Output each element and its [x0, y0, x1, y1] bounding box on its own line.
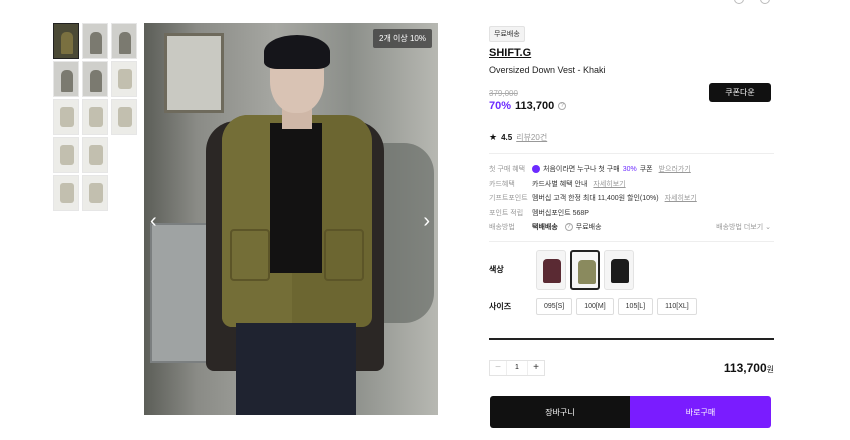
wishlist-icon[interactable] — [734, 0, 744, 4]
divider — [489, 153, 774, 154]
thumbnail-10[interactable] — [53, 137, 79, 173]
quantity-row: − 1 + 113,700원 — [489, 359, 774, 376]
thumbnail-3[interactable] — [111, 23, 137, 59]
discount-rate: 70% — [489, 100, 512, 112]
brand-link[interactable]: SHIFT.G — [489, 47, 774, 59]
coupon-download-button[interactable]: 쿠폰다운 — [709, 83, 771, 102]
thumbnail-14[interactable] — [82, 175, 108, 211]
size-options: 사이즈 095[S] 100[M] 105[L] 110[XL] — [489, 297, 774, 315]
size-option-l[interactable]: 105[L] — [617, 297, 654, 315]
benefits-list: 첫 구매 혜택 처음이라면 누구나 첫 구매 30% 쿠폰 받으러가기 카드혜택… — [489, 162, 774, 235]
color-label: 색상 — [489, 265, 504, 274]
size-label: 사이즈 — [489, 301, 512, 311]
product-info: 무료배송 SHIFT.G Oversized Down Vest - Khaki… — [489, 23, 774, 376]
sale-price: 113,700 — [515, 100, 555, 112]
size-option-m[interactable]: 100[M] — [576, 297, 614, 315]
benefit-row: 포인트 적립 멤버십포인트 568P — [489, 209, 589, 217]
shipping-more-link[interactable]: 배송방법 더보기 ⌄ — [716, 222, 771, 232]
get-coupon-link[interactable]: 받으러가기 — [659, 164, 691, 174]
rating: ★ 4.5 리뷰20건 — [489, 132, 774, 143]
benefit-row: 카드혜택 카드사별 혜택 안내 자세히보기 — [489, 179, 626, 189]
plus-button[interactable]: + — [528, 360, 544, 375]
color-swatch-khaki[interactable] — [570, 249, 600, 290]
thumbnail-2[interactable] — [82, 23, 108, 59]
promo-badge: 2개 이상 10% — [373, 29, 432, 48]
divider — [489, 240, 774, 242]
total-price: 113,700원 — [723, 360, 774, 375]
buy-now-button[interactable]: 바로구매 — [630, 396, 771, 428]
star-icon: ★ — [489, 132, 498, 142]
share-icon[interactable] — [760, 0, 770, 4]
header-icons — [734, 0, 770, 4]
thumbnail-11[interactable] — [82, 137, 108, 173]
benefit-row: 기프트포인트 멤버십 고객 한정 최대 11,400원 할인(10%) 자세히보… — [489, 193, 697, 203]
thumbnail-8[interactable] — [82, 99, 108, 135]
next-image-icon[interactable]: › — [423, 211, 430, 231]
quantity-value[interactable]: 1 — [506, 360, 528, 375]
thumbnail-6[interactable] — [111, 61, 137, 97]
size-option-s[interactable]: 095[S] — [536, 297, 573, 315]
thumbnail-7[interactable] — [53, 99, 79, 135]
quantity-stepper: − 1 + — [489, 359, 545, 376]
card-detail-link[interactable]: 자세히보기 — [593, 179, 625, 189]
price-info-icon[interactable]: ? — [558, 102, 567, 110]
thumbnail-1[interactable] — [53, 23, 79, 59]
benefit-row: 첫 구매 혜택 처음이라면 누구나 첫 구매 30% 쿠폰 받으러가기 — [489, 164, 691, 174]
thumbnail-4[interactable] — [53, 61, 79, 97]
benefit-row: 배송방법 택배배송 ? 무료배송 배송방법 더보기 ⌄ — [489, 222, 771, 232]
product-name: Oversized Down Vest - Khaki — [489, 65, 606, 75]
color-swatch-burgundy[interactable] — [536, 249, 566, 290]
color-swatch-black[interactable] — [604, 249, 634, 290]
thumbnail-13[interactable] — [53, 175, 79, 211]
prev-image-icon[interactable]: ‹ — [150, 211, 157, 231]
gift-point-detail-link[interactable]: 자세히보기 — [665, 193, 697, 203]
rating-value: 4.5 — [501, 133, 513, 142]
minus-button[interactable]: − — [490, 360, 506, 375]
shipping-info-icon[interactable]: ? — [564, 223, 573, 232]
action-buttons: 장바구니 바로구매 — [490, 396, 771, 428]
review-link[interactable]: 리뷰20건 — [516, 132, 547, 143]
brand-logo-icon — [532, 165, 540, 174]
thumbnail-9[interactable] — [111, 99, 137, 135]
thumbnail-5[interactable] — [82, 61, 108, 97]
color-options: 색상 — [489, 249, 774, 290]
size-option-xl[interactable]: 110[XL] — [657, 297, 697, 315]
product-main-image: 2개 이상 10% ‹ › — [144, 23, 438, 415]
free-shipping-badge: 무료배송 — [489, 26, 525, 42]
divider — [489, 337, 774, 340]
add-to-cart-button[interactable]: 장바구니 — [490, 396, 630, 428]
thumbnail-gallery — [53, 23, 139, 211]
